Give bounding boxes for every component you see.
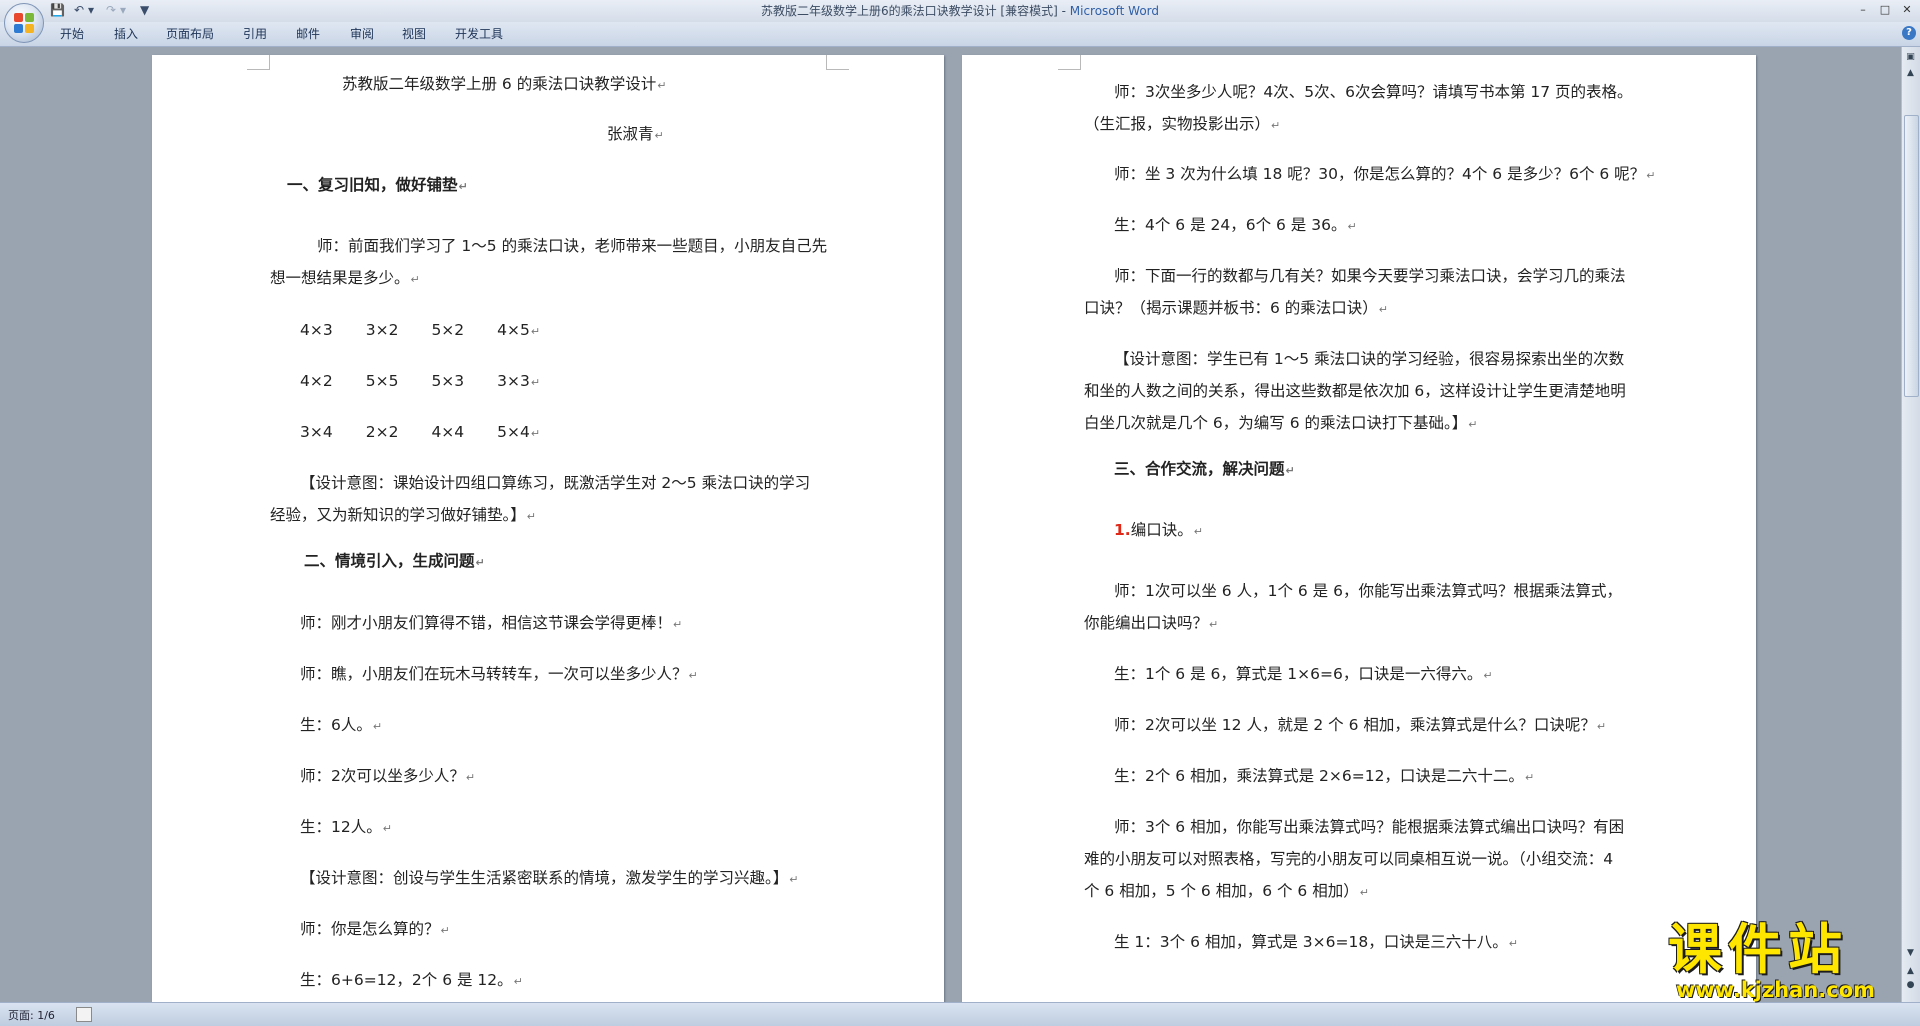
- status-bar: 页面: 1/6: [0, 1002, 1920, 1026]
- dialogue-line: 师：下面一行的数都与几有关？如果今天要学习乘法口诀，会学习几的乘法: [1114, 267, 1626, 285]
- page-indicator[interactable]: 页面: 1/6: [8, 1007, 55, 1023]
- scroll-thumb[interactable]: [1904, 115, 1919, 397]
- dialogue-line: 师：1次可以坐 6 人，1个 6 是 6，你能写出乘法算式吗？根据乘法算式，: [1114, 582, 1622, 600]
- tab-developer[interactable]: 开发工具: [455, 26, 503, 42]
- dialogue-line: 生：1个 6 是 6，算式是 1×6=6，口诀是一六得六。↵: [1114, 665, 1493, 683]
- help-icon[interactable]: ?: [1902, 26, 1916, 40]
- calc-row: 4×2 5×5 5×3 3×3↵: [300, 372, 541, 390]
- dialogue-line: 师：2次可以坐多少人？↵: [300, 767, 476, 785]
- dialogue-line: 生：6+6=12，2个 6 是 12。↵: [300, 971, 523, 989]
- design-note: 【设计意图：课始设计四组口算练习，既激活学生对 2～5 乘法口诀的学习: [300, 474, 811, 492]
- design-note: 【设计意图：创设与学生生活紧密联系的情境，激发学生的学习兴趣。】↵: [300, 869, 799, 887]
- app-name: Microsoft Word: [1069, 4, 1160, 18]
- margin-corner-mark: [1058, 55, 1081, 70]
- subheading: 1.编口诀。↵: [1114, 521, 1203, 539]
- dialogue-line: 生 1：3个 6 相加，算式是 3×6=18，口诀是三六十八。↵: [1114, 933, 1518, 951]
- dialogue-line: （生汇报，实物投影出示）↵: [1084, 115, 1281, 133]
- close-button[interactable]: ✕: [1896, 2, 1918, 18]
- calc-row: 4×3 3×2 5×2 4×5↵: [300, 321, 541, 339]
- document-title: 苏教版二年级数学上册 6 的乘法口诀教学设计↵: [342, 75, 667, 93]
- document-page-2[interactable]: 师：3次坐多少人呢？4次、5次、6次会算吗？请填写书本第 17 页的表格。 （生…: [962, 55, 1756, 1002]
- vertical-scrollbar[interactable]: ▣ ▲ ▼ ▲ ●: [1901, 47, 1920, 1002]
- watermark-text: 课件站: [1668, 918, 1848, 981]
- ribbon-tab-bar: 开始 插入 页面布局 引用 邮件 审阅 视图 开发工具 ?: [0, 22, 1920, 47]
- document-area: 苏教版二年级数学上册 6 的乘法口诀教学设计↵ 张淑青↵ 一、复习旧知，做好铺垫…: [0, 47, 1902, 1002]
- dialogue-line: 口诀？（揭示课题并板书：6 的乘法口诀）↵: [1084, 299, 1389, 317]
- tab-insert[interactable]: 插入: [114, 26, 138, 42]
- minimize-button[interactable]: –: [1852, 2, 1874, 18]
- tab-mailings[interactable]: 邮件: [296, 26, 320, 42]
- tab-home[interactable]: 开始: [60, 26, 84, 42]
- office-logo-icon: [14, 13, 34, 33]
- language-icon[interactable]: [76, 1007, 92, 1022]
- dialogue-line: 生：6人。↵: [300, 716, 383, 734]
- author-line: 张淑青↵: [607, 125, 664, 143]
- scroll-up-arrow-icon[interactable]: ▲: [1904, 67, 1917, 80]
- dialogue-line: 师：瞧，小朋友们在玩木马转转车，一次可以坐多少人？↵: [300, 665, 698, 683]
- office-button[interactable]: [4, 3, 44, 43]
- window-title: 苏教版二年级数学上册6的乘法口诀教学设计 [兼容模式] - Microsoft …: [760, 4, 1160, 18]
- dialogue-line: 师：坐 3 次为什么填 18 呢？30，你是怎么算的？4个 6 是多少？6个 6…: [1114, 165, 1656, 183]
- tab-view[interactable]: 视图: [402, 26, 426, 42]
- margin-corner-mark: [826, 55, 849, 70]
- design-note: 和坐的人数之间的关系，得出这些数都是依次加 6，这样设计让学生更清楚地明: [1084, 382, 1626, 400]
- dialogue-line: 师：刚才小朋友们算得不错，相信这节课会学得更棒！↵: [300, 614, 683, 632]
- design-note: 经验，又为新知识的学习做好铺垫。】↵: [270, 506, 536, 524]
- dialogue-line: 生：2个 6 相加，乘法算式是 2×6=12，口诀是二六十二。↵: [1114, 767, 1535, 785]
- maximize-button[interactable]: □: [1874, 2, 1896, 18]
- ruler-toggle-icon[interactable]: ▣: [1904, 51, 1917, 64]
- paragraph: 想一想结果是多少。↵: [270, 269, 420, 287]
- dialogue-line: 难的小朋友可以对照表格，写完的小朋友可以同桌相互说一说。（小组交流：4: [1084, 850, 1614, 868]
- watermark-logo: 课件站 www.kjzhan.com: [1668, 918, 1908, 1003]
- design-note: 【设计意图：学生已有 1～5 乘法口诀的学习经验，很容易探索出坐的次数: [1114, 350, 1625, 368]
- watermark-url: www.kjzhan.com: [1676, 978, 1876, 1002]
- dialogue-line: 师：你是怎么算的？↵: [300, 920, 450, 938]
- dialogue-line: 师：3次坐多少人呢？4次、5次、6次会算吗？请填写书本第 17 页的表格。: [1114, 83, 1633, 101]
- margin-corner-mark: [247, 55, 270, 70]
- tab-page-layout[interactable]: 页面布局: [166, 26, 214, 42]
- dialogue-line: 师：2次可以坐 12 人，就是 2 个 6 相加，乘法算式是什么？口诀呢？↵: [1114, 716, 1607, 734]
- list-number: 1.: [1114, 521, 1131, 539]
- section-heading-3: 三、合作交流，解决问题↵: [1114, 460, 1295, 478]
- paragraph: 师：前面我们学习了 1～5 的乘法口诀，老师带来一些题目，小朋友自己先: [317, 237, 828, 255]
- dialogue-line: 师：3个 6 相加，你能写出乘法算式吗？能根据乘法算式编出口诀吗？有困: [1114, 818, 1625, 836]
- section-heading-1: 一、复习旧知，做好铺垫↵: [287, 176, 468, 194]
- tab-review[interactable]: 审阅: [350, 26, 374, 42]
- dialogue-line: 生：12人。↵: [300, 818, 392, 836]
- calc-row: 3×4 2×2 4×4 5×4↵: [300, 423, 541, 441]
- section-heading-2: 二、情境引入，生成问题↵: [304, 552, 485, 570]
- design-note: 白坐几次就是几个 6，为编写 6 的乘法口诀打下基础。】↵: [1084, 414, 1478, 432]
- dialogue-line: 生：4个 6 是 24，6个 6 是 36。↵: [1114, 216, 1357, 234]
- dialogue-line: 个 6 相加，5 个 6 相加，6 个 6 相加）↵: [1084, 882, 1369, 900]
- tab-references[interactable]: 引用: [243, 26, 267, 42]
- document-page-1[interactable]: 苏教版二年级数学上册 6 的乘法口诀教学设计↵ 张淑青↵ 一、复习旧知，做好铺垫…: [152, 55, 944, 1002]
- title-bar: 💾 ↶ ▾ ↷ ▾ ▼ 苏教版二年级数学上册6的乘法口诀教学设计 [兼容模式] …: [0, 0, 1920, 23]
- dialogue-line: 你能编出口诀吗？↵: [1084, 614, 1219, 632]
